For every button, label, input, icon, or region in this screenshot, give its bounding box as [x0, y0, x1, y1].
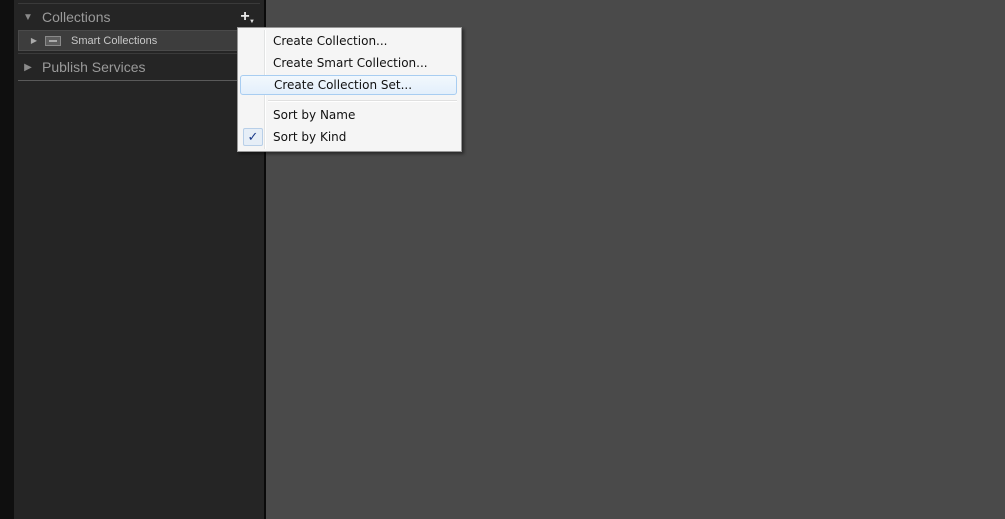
collections-header-label: Collections — [42, 9, 111, 25]
collapsed-triangle-icon[interactable]: ▶ — [18, 62, 38, 73]
menu-item-sort-by-name[interactable]: Sort by Name — [240, 105, 457, 125]
list-item-smart-collections[interactable]: ▶ Smart Collections — [18, 30, 242, 51]
expanded-triangle-icon[interactable]: ▼ — [18, 12, 38, 23]
checkmark-icon: ✓ — [243, 128, 263, 146]
menu-separator — [268, 100, 457, 102]
menu-item-create-collection[interactable]: Create Collection... — [240, 31, 457, 51]
add-collection-button[interactable]: + ▼ — [236, 8, 255, 26]
context-menu: Create Collection... Create Smart Collec… — [237, 27, 462, 152]
left-edge-strip — [0, 0, 14, 519]
collapsed-triangle-icon[interactable]: ▶ — [23, 36, 45, 45]
menu-item-sort-by-kind[interactable]: ✓ Sort by Kind — [240, 127, 457, 147]
menu-item-create-collection-set[interactable]: Create Collection Set... — [240, 75, 457, 95]
collections-header[interactable]: ▼ Collections + ▼ — [18, 3, 260, 30]
menu-item-create-smart-collection[interactable]: Create Smart Collection... — [240, 53, 457, 73]
menu-item-label: Create Collection... — [273, 34, 388, 48]
panel-divider — [18, 80, 260, 81]
menu-item-label: Sort by Kind — [273, 130, 347, 144]
dropdown-caret-icon: ▼ — [249, 19, 255, 25]
menu-item-label: Sort by Name — [273, 108, 356, 122]
collection-set-icon — [45, 35, 61, 46]
menu-item-label: Create Smart Collection... — [273, 56, 428, 70]
publish-services-header-label: Publish Services — [42, 59, 146, 75]
publish-services-header[interactable]: ▶ Publish Services — [18, 53, 260, 80]
menu-item-label: Create Collection Set... — [274, 78, 413, 92]
list-item-label: Smart Collections — [71, 34, 158, 47]
collections-panel: ▼ Collections + ▼ ▶ Smart Collections ▶ … — [14, 0, 264, 519]
